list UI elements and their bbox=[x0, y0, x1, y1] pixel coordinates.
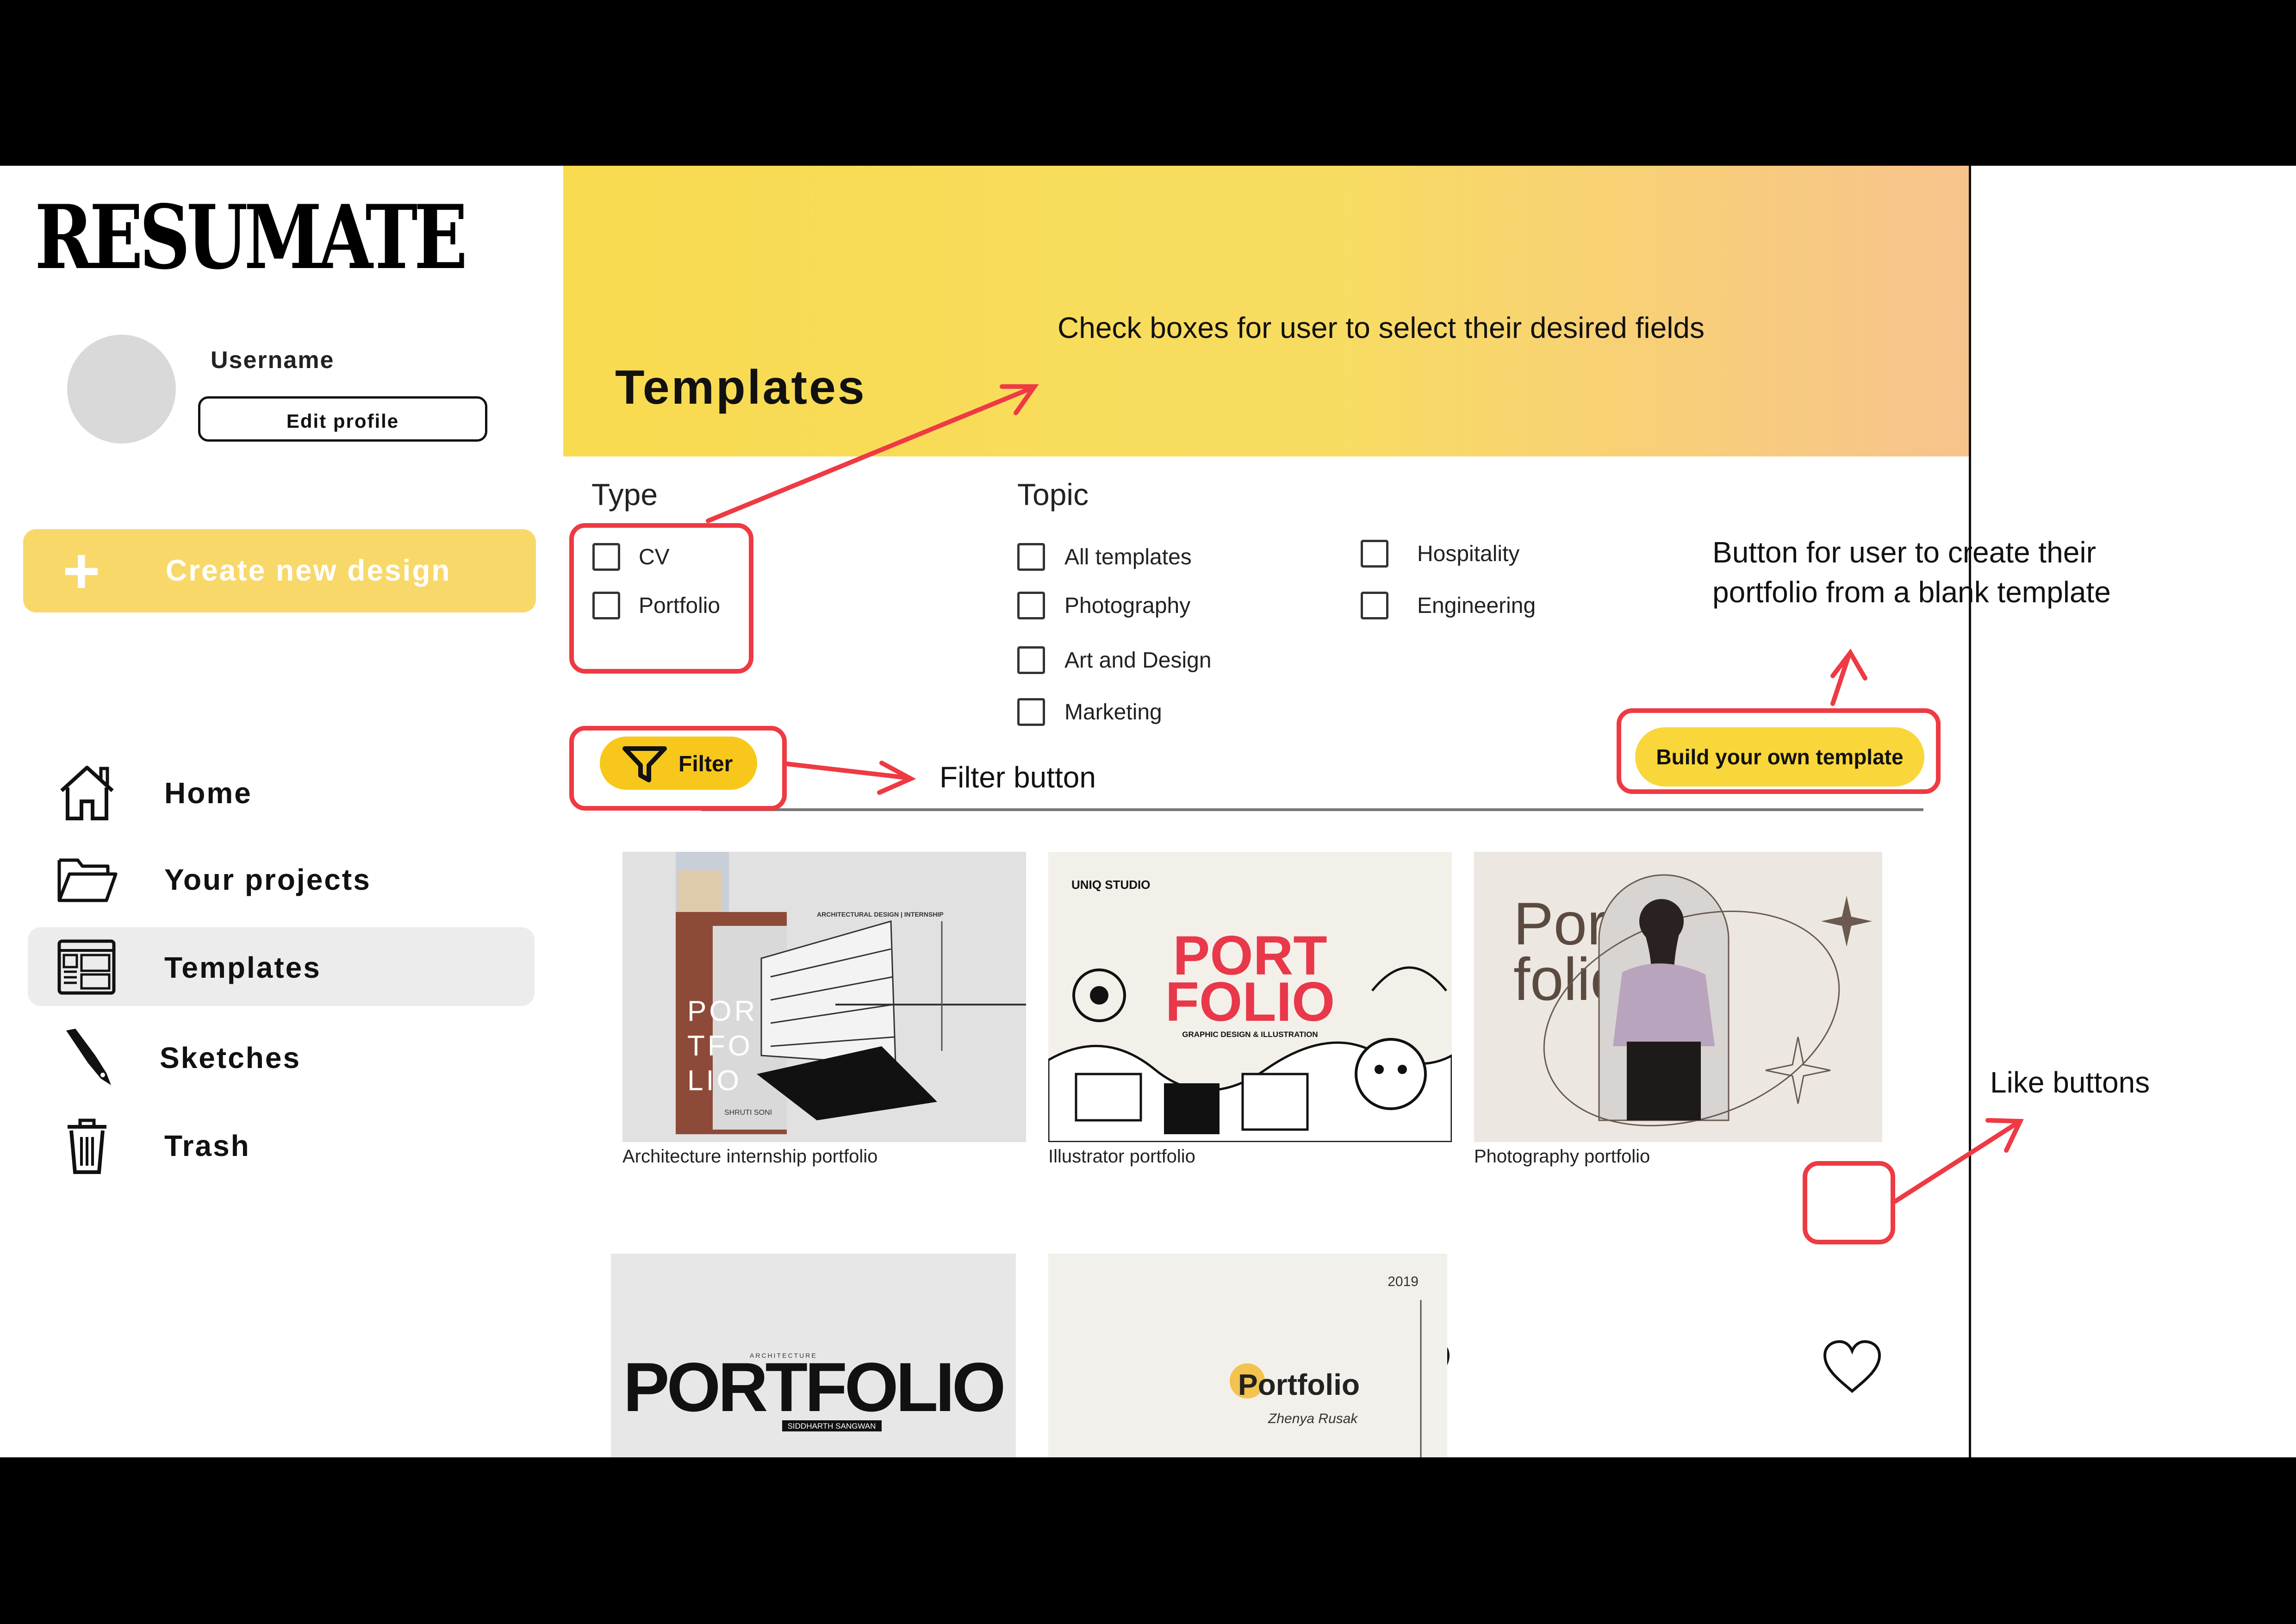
illustrator-art-text-2: FOLIO bbox=[1165, 971, 1335, 1033]
pen-nib-icon bbox=[66, 1029, 111, 1085]
architecture-art-text-2: TFO bbox=[687, 1030, 753, 1062]
nav-item-templates[interactable]: Templates bbox=[28, 927, 535, 1006]
architecture-art-text-3: LIO bbox=[687, 1065, 742, 1097]
trash-icon bbox=[68, 1118, 106, 1174]
illustrator-art-small: GRAPHIC DESIGN & ILLUSTRATION bbox=[1182, 1030, 1318, 1039]
checkbox-marketing-label: Marketing bbox=[1064, 700, 1162, 725]
template-thumbnail-architecture[interactable]: POR TFO LIO ARCHITECTURAL DESIGN | INTER… bbox=[622, 852, 1026, 1142]
illustrator-artwork: UNIQ STUDIO PORT FOLIO GRAPHIC DESIGN & … bbox=[1048, 878, 1452, 1142]
architecture-art-text-1: POR bbox=[687, 995, 758, 1027]
template-thumbnail-illustrator[interactable]: UNIQ STUDIO PORT FOLIO GRAPHIC DESIGN & … bbox=[1048, 852, 1452, 1142]
nav-label-home: Home bbox=[164, 776, 252, 810]
minimal-portfolio-artwork: 2019 Portfolio Zhenya Rusak bbox=[1230, 1274, 1422, 1457]
checkbox-engineering-label: Engineering bbox=[1417, 593, 1536, 618]
checkbox-marketing[interactable] bbox=[1017, 698, 1045, 726]
bold-art-author: SIDDHARTH SANGWAN bbox=[788, 1422, 876, 1430]
nav-item-trash[interactable]: Trash bbox=[28, 1106, 535, 1184]
checkbox-engineering[interactable] bbox=[1361, 592, 1388, 619]
type-section-title: Type bbox=[591, 477, 658, 512]
divider bbox=[701, 808, 1923, 811]
architecture-artwork: POR TFO LIO ARCHITECTURAL DESIGN | INTER… bbox=[676, 852, 1026, 1134]
annotation-margin bbox=[1969, 166, 2296, 1457]
folder-icon bbox=[57, 858, 118, 902]
nav-label-trash: Trash bbox=[164, 1129, 250, 1162]
annotation-box-build bbox=[1617, 708, 1941, 794]
minimal-art-small: 2019 bbox=[1388, 1274, 1419, 1289]
template-caption: Illustrator portfolio bbox=[1048, 1146, 1195, 1167]
checkbox-photography-label: Photography bbox=[1064, 593, 1191, 618]
nav-item-your-projects[interactable]: Your projects bbox=[28, 839, 535, 918]
nav-item-home[interactable]: Home bbox=[28, 753, 535, 831]
like-heart-icon[interactable] bbox=[1821, 1338, 1884, 1396]
annotation-box-type bbox=[569, 523, 753, 674]
template-thumbnail-minimal[interactable]: 2019 Portfolio Zhenya Rusak bbox=[1048, 1254, 1447, 1457]
edit-profile-button[interactable]: Edit profile bbox=[198, 396, 487, 442]
create-new-design-label: Create new design bbox=[166, 554, 451, 587]
avatar[interactable] bbox=[67, 335, 176, 443]
illustrator-art-studio: UNIQ STUDIO bbox=[1071, 878, 1150, 892]
plus-icon: + bbox=[62, 534, 100, 607]
annotation-box-like bbox=[1803, 1161, 1895, 1244]
bold-art-text: PORTFOLIO bbox=[623, 1348, 1003, 1426]
app-window: RESUMATE Username Edit profile + Create … bbox=[0, 166, 1969, 1457]
page-title: Templates bbox=[615, 361, 866, 414]
template-thumbnail-architecture-bold[interactable]: ARCHITECTURE PORTFOLIO SIDDHARTH SANGWAN bbox=[611, 1254, 1016, 1457]
architecture-art-author: SHRUTI SONI bbox=[724, 1109, 772, 1117]
templates-icon bbox=[57, 939, 116, 995]
minimal-art-text: Portfolio bbox=[1238, 1368, 1360, 1401]
checkbox-photography[interactable] bbox=[1017, 592, 1045, 619]
template-caption: Architecture internship portfolio bbox=[622, 1146, 878, 1167]
photography-artwork: Port folio bbox=[1513, 874, 1872, 1126]
home-icon bbox=[60, 766, 114, 820]
checkbox-hospitality-label: Hospitality bbox=[1417, 542, 1520, 566]
nav-item-sketches[interactable]: Sketches bbox=[28, 1018, 535, 1096]
checkbox-all-templates[interactable] bbox=[1017, 543, 1045, 571]
annotation-filter: Filter button bbox=[940, 761, 1096, 794]
nav-label-your-projects: Your projects bbox=[164, 863, 371, 896]
checkbox-hospitality[interactable] bbox=[1361, 540, 1388, 568]
username-label: Username bbox=[211, 347, 335, 374]
nav-label-sketches: Sketches bbox=[160, 1041, 301, 1074]
checkbox-all-templates-label: All templates bbox=[1064, 545, 1192, 569]
annotation-box-filter bbox=[569, 726, 787, 811]
annotation-like: Like buttons bbox=[1990, 1066, 2150, 1099]
annotation-build: Button for user to create their portfoli… bbox=[1712, 536, 2111, 609]
create-new-design-button[interactable]: + Create new design bbox=[23, 529, 536, 612]
annotation-checkboxes: Check boxes for user to select their des… bbox=[1058, 311, 1705, 344]
template-thumbnail-photography[interactable]: Port folio bbox=[1474, 852, 1882, 1142]
topic-section-title: Topic bbox=[1017, 477, 1089, 512]
minimal-art-author: Zhenya Rusak bbox=[1268, 1411, 1358, 1426]
checkbox-art-and-design-label: Art and Design bbox=[1064, 648, 1212, 673]
checkbox-art-and-design[interactable] bbox=[1017, 646, 1045, 674]
architecture-art-small: ARCHITECTURAL DESIGN | INTERNSHIP bbox=[817, 911, 944, 918]
resumate-logo: RESUMATE bbox=[35, 186, 467, 289]
bold-portfolio-artwork: ARCHITECTURE PORTFOLIO SIDDHARTH SANGWAN bbox=[623, 1348, 1006, 1431]
nav-label-templates: Templates bbox=[164, 951, 321, 984]
template-caption: Photography portfolio bbox=[1474, 1146, 1650, 1167]
